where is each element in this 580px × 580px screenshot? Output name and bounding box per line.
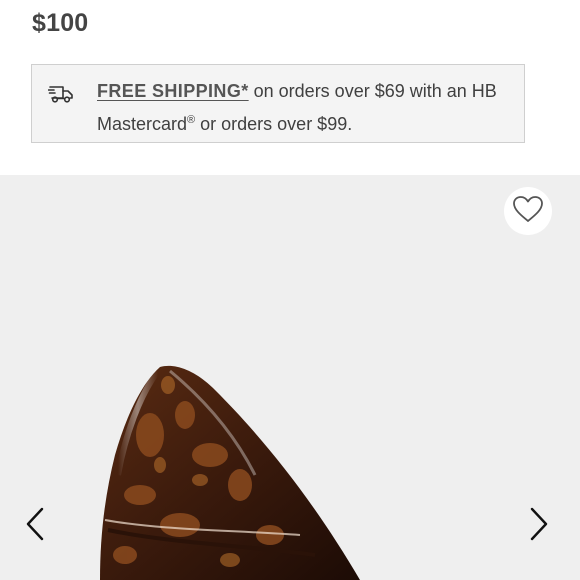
registered-mark: ® [187,114,196,126]
next-image-button[interactable] [524,505,554,545]
heart-icon [512,195,544,228]
chevron-left-icon [20,507,50,549]
free-shipping-link[interactable]: FREE SHIPPING* [97,81,249,101]
shipping-banner: FREE SHIPPING* on orders over $69 with a… [31,64,525,143]
product-page: $100 FREE SHIPPING* on orders over $69 w… [0,0,580,580]
product-image [100,365,360,580]
previous-image-button[interactable] [20,505,50,545]
favorite-button[interactable] [504,187,552,235]
shipping-message-part-2: or orders over $99. [195,114,353,134]
chevron-right-icon [524,507,554,549]
product-image-gallery[interactable] [0,175,580,580]
truck-icon [47,83,74,105]
shipping-message: FREE SHIPPING* on orders over $69 with a… [97,77,522,139]
product-price: $100 [32,9,89,37]
